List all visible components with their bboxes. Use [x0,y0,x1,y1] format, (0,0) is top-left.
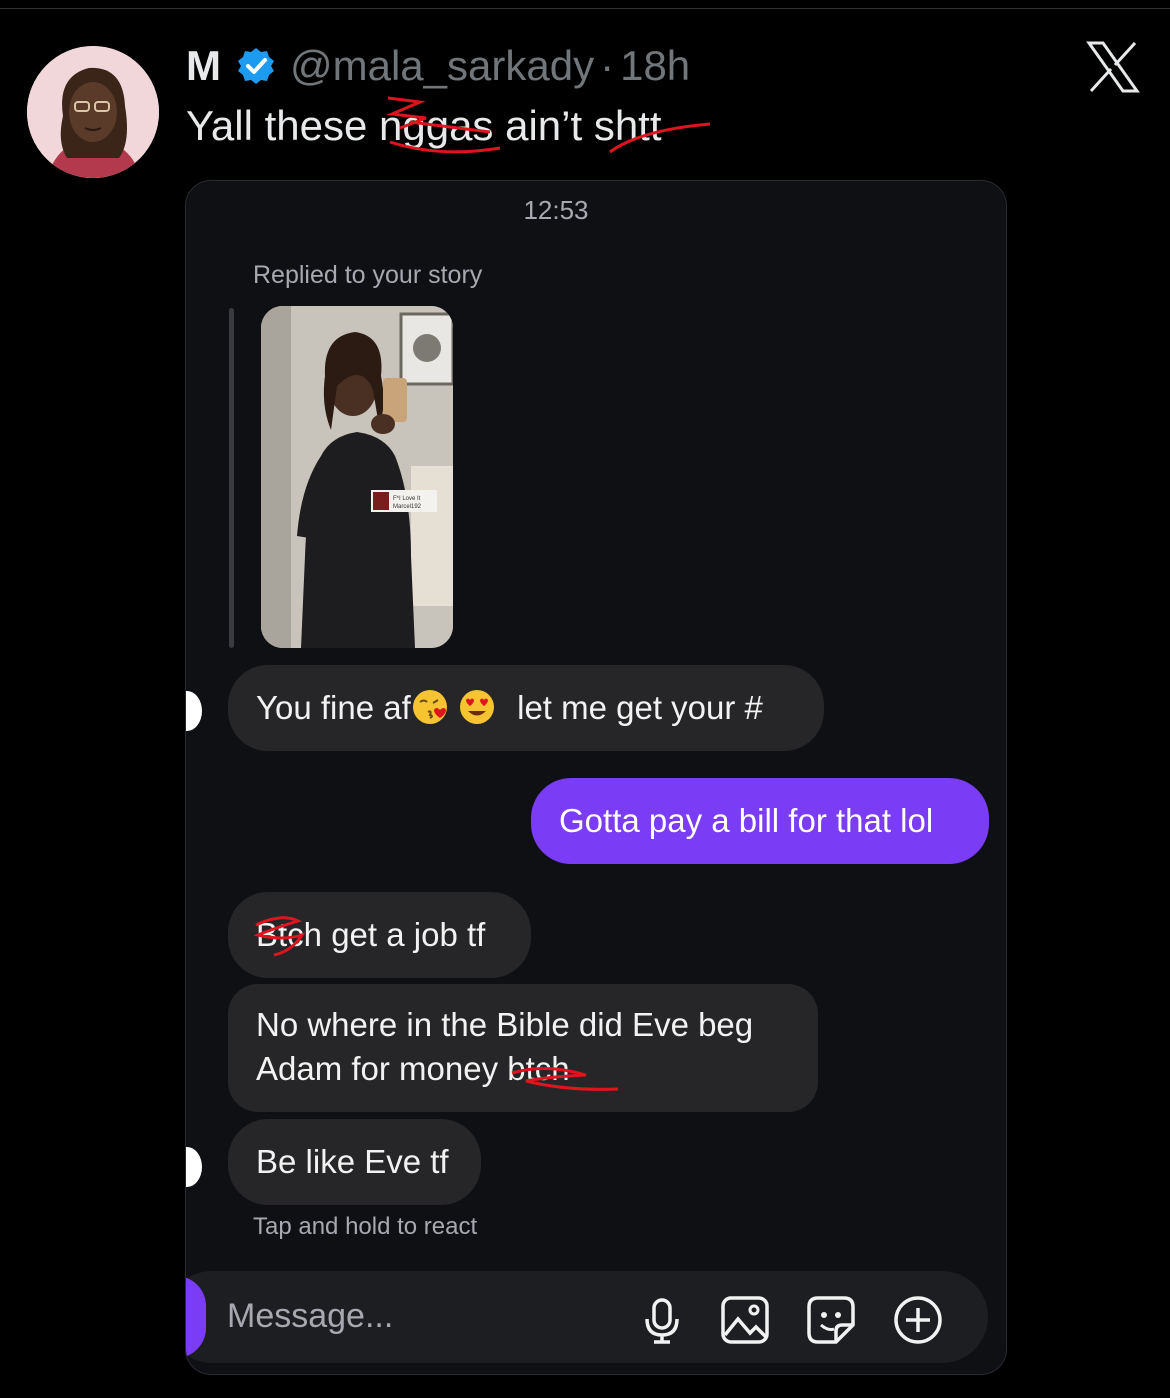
handle[interactable]: @mala_sarkady [290,42,594,89]
message-text: You fine af [256,689,411,726]
post-age[interactable]: 18h [620,42,690,89]
message-bubble-received[interactable]: No where in the Bible did Eve beg Adam f… [228,984,818,1112]
heart-eyes-emoji-icon [459,690,494,725]
separator: · [600,42,615,89]
x-logo-icon [1086,41,1140,93]
kiss-emoji-icon [412,690,447,725]
sender-avatar [186,691,202,731]
message-text-line2: Adam for money btch [256,1050,570,1087]
verified-badge-icon [238,48,274,84]
dm-screenshot[interactable]: 12:53 Replied to your story F*I Love It … [185,180,1007,1375]
story-reply-bar [229,308,234,648]
message-bubble-received[interactable]: You fine af let me get your # [228,665,824,751]
tweet-text: Yall these nggas ain’t shtt [186,102,662,149]
message-time: 12:53 [523,195,589,225]
message-text: Be like Eve tf [256,1143,449,1180]
gallery-icon[interactable] [720,1295,770,1345]
sticker-text-2: Marcel192 [393,504,422,510]
story-thumbnail[interactable]: F*I Love It Marcel192 [261,306,453,648]
message-text: let me get your # [517,689,763,726]
display-name[interactable]: M [186,40,221,92]
story-reply-label: Replied to your story [253,261,483,289]
message-bubble-sent[interactable]: Gotta pay a bill for that lol [531,778,989,864]
top-divider [0,8,1170,9]
sticker-icon[interactable] [806,1295,856,1345]
message-text: Gotta pay a bill for that lol [559,802,934,839]
handle-and-time: @mala_sarkady · 18h [290,40,690,92]
message-bubble-received[interactable]: Btch get a job tf [228,892,531,978]
message-text: Btch get a job tf [256,916,486,953]
message-bubble-received[interactable]: Be like Eve tf [228,1119,481,1205]
message-text-line1: No where in the Bible did Eve beg [256,1006,754,1043]
react-hint: Tap and hold to react [253,1213,478,1240]
message-input[interactable]: Message... [227,1297,393,1336]
sticker-text-1: F*I Love It [393,496,421,502]
sender-avatar [186,1147,202,1187]
avatar[interactable] [27,46,159,178]
microphone-icon[interactable] [637,1295,687,1345]
add-icon[interactable] [893,1295,943,1345]
